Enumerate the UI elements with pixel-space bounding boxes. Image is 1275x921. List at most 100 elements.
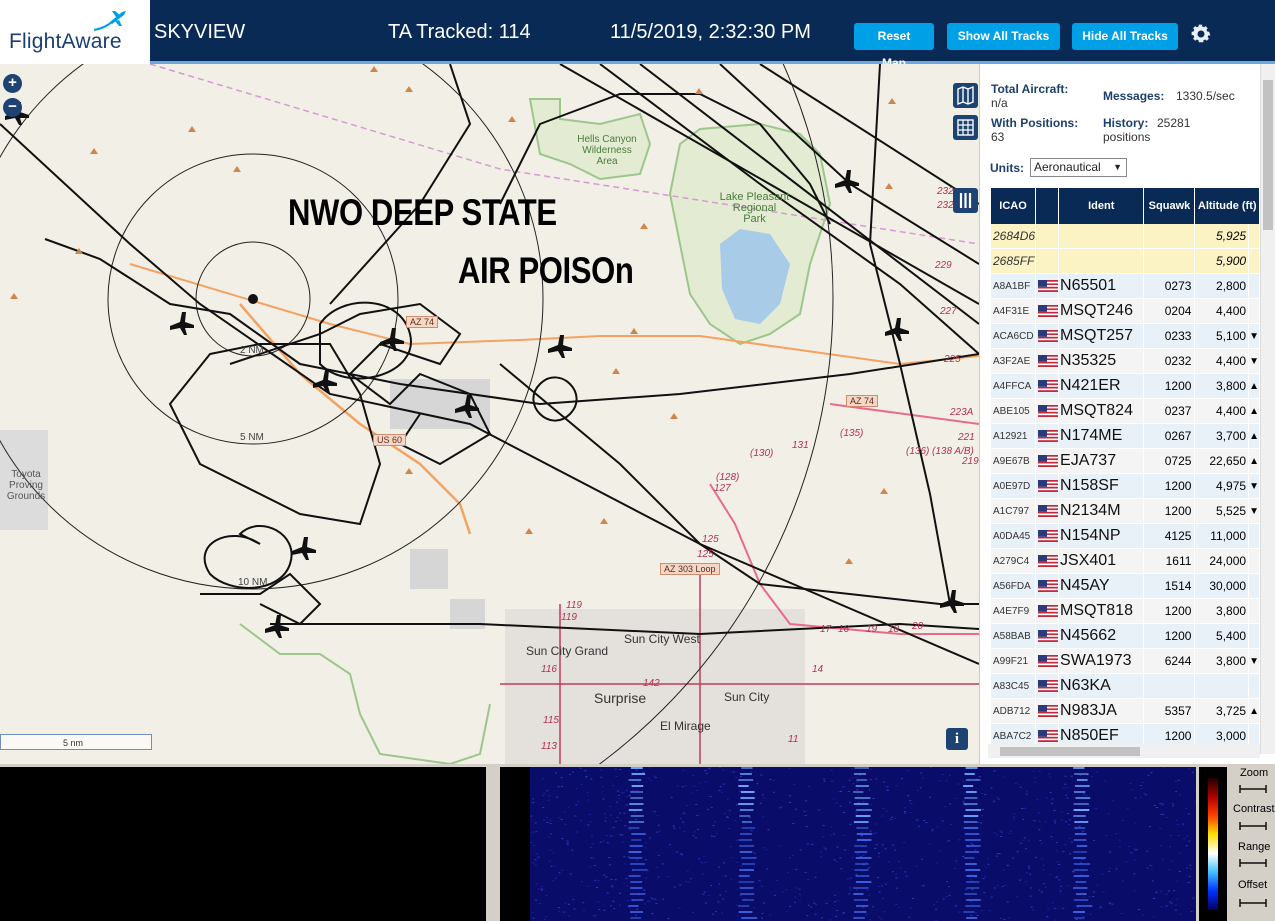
offset-slider[interactable] (1239, 898, 1267, 908)
table-row[interactable]: 2685FF 5,900 (991, 249, 1259, 274)
table-row[interactable]: A0DA45 N154NP 4125 11,000 (991, 524, 1259, 549)
icao-cell: A8A1BF (991, 274, 1036, 299)
road-az303: AZ 303 Loop (660, 563, 720, 575)
route-number: 219 (962, 456, 979, 467)
route-number: (130) (750, 448, 774, 459)
zoom-out-button[interactable]: − (3, 98, 22, 117)
sidebar-scrollbar-thumb[interactable] (1263, 80, 1273, 230)
place-sun-city-west: Sun City West (624, 632, 700, 646)
units-select[interactable]: Aeronautical ▼ (1030, 158, 1127, 177)
flightaware-logo[interactable]: FlightAware (0, 0, 150, 64)
us-flag-icon (1036, 649, 1059, 674)
table-row[interactable]: A12921 N174ME 0267 3,700 ▲ (991, 424, 1259, 449)
table-row[interactable]: 2684D6 5,925 (991, 224, 1259, 249)
sidebar-toggle-icon[interactable] (953, 188, 978, 213)
spectrum-plot-area (0, 767, 486, 921)
gear-icon[interactable] (1189, 22, 1213, 46)
overlay-text-line-1: NWO DEEP STATE (288, 192, 557, 233)
route-number: 119 (566, 600, 582, 611)
altitude-cell: 4,975 (1195, 474, 1249, 499)
table-horizontal-scrollbar-thumb[interactable] (1000, 747, 1140, 756)
altitude-trend-icon: ▼ (1249, 324, 1259, 349)
table-row[interactable]: A4FFCA N421ER 1200 3,800 ▲ (991, 374, 1259, 399)
route-number: 223A (950, 407, 974, 418)
table-horizontal-scrollbar[interactable] (988, 744, 1260, 758)
table-row[interactable]: A9E67B EJA737 0725 22,650 ▲ (991, 449, 1259, 474)
route-number: 232 (937, 186, 954, 197)
place-park: Lake Pleasant Regional Park (719, 191, 790, 225)
total-aircraft-value: n/a (991, 96, 1008, 110)
table-row[interactable]: A83C45 N63KA (991, 674, 1259, 699)
altitude-trend-icon: ▼ (1249, 474, 1259, 499)
column-header-altitude[interactable]: Altitude (ft) (1195, 188, 1259, 224)
squawk-cell: 1611 (1144, 549, 1195, 574)
altitude-cell: 5,900 (1195, 249, 1249, 274)
hide-all-tracks-button[interactable]: Hide All Tracks (1072, 23, 1178, 50)
route-number: 17 (820, 624, 832, 635)
icao-cell: 2685FF (991, 249, 1036, 274)
squawk-cell: 0267 (1144, 424, 1195, 449)
route-number: 20 (912, 621, 924, 632)
icao-cell: A1C797 (991, 499, 1036, 524)
column-header-ident[interactable]: Ident (1059, 188, 1144, 224)
contrast-slider[interactable] (1239, 821, 1267, 831)
table-row[interactable]: ABE105 MSQT824 0237 4,400 ▲ (991, 399, 1259, 424)
table-row[interactable]: A4F31E MSQT246 0204 4,400 (991, 299, 1259, 324)
us-flag-icon (1036, 524, 1059, 549)
ring-label-2nm: 2 NM (240, 345, 264, 356)
altitude-cell: 4,400 (1195, 299, 1249, 324)
icao-cell: A4F31E (991, 299, 1036, 324)
show-all-tracks-button[interactable]: Show All Tracks (947, 23, 1060, 50)
altitude-trend-icon (1249, 274, 1259, 299)
grid-toggle-icon[interactable] (953, 115, 978, 140)
ident-cell: N35325 (1059, 349, 1144, 374)
us-flag-icon (1036, 624, 1059, 649)
place-proving-grounds: Toyota Proving Grounds (6, 469, 46, 502)
table-row[interactable]: A58BAB N45662 1200 5,400 (991, 624, 1259, 649)
icao-cell: A0E97D (991, 474, 1036, 499)
spectrum-controls: Zoom Contrast Range Offset (1230, 764, 1275, 921)
altitude-trend-icon: ▼ (1249, 499, 1259, 524)
aircraft-sidebar: Total Aircraft: n/a With Positions: 63 M… (979, 64, 1275, 764)
column-header-icao[interactable]: ICAO (991, 188, 1036, 224)
table-row[interactable]: ADB712 N983JA 5357 3,725 ▲ (991, 699, 1259, 724)
ident-cell: MSQT818 (1059, 599, 1144, 624)
ident-cell (1059, 224, 1144, 249)
table-row[interactable]: A99F21 SWA1973 6244 3,800 ▼ (991, 649, 1259, 674)
place-wilderness: Hells Canyon Wilderness Area (577, 134, 637, 167)
info-icon[interactable]: i (946, 728, 968, 750)
map-canvas[interactable] (0, 64, 979, 764)
map-layers-icon[interactable] (953, 83, 978, 108)
table-row[interactable]: A1C797 N2134M 1200 5,525 ▼ (991, 499, 1259, 524)
icao-cell: A4FFCA (991, 374, 1036, 399)
us-flag-icon (1036, 424, 1059, 449)
table-row[interactable]: A279C4 JSX401 1611 24,000 (991, 549, 1259, 574)
sidebar-scrollbar[interactable] (1260, 64, 1275, 754)
table-row[interactable]: A8A1BF N65501 0273 2,800 (991, 274, 1259, 299)
squawk-cell: 5357 (1144, 699, 1195, 724)
zoom-in-button[interactable]: + (3, 74, 22, 93)
us-flag-icon (1036, 324, 1059, 349)
chevron-down-icon: ▼ (1113, 162, 1122, 172)
table-row[interactable]: ACA6CD MSQT257 0233 5,100 ▼ (991, 324, 1259, 349)
range-slider[interactable] (1239, 858, 1267, 868)
column-header-squawk[interactable]: Squawk (1144, 188, 1195, 224)
map-view[interactable]: + − NWO DEEP STATE AIR POISOn 2 NM 5 NM … (0, 64, 979, 764)
route-number: 125 (697, 549, 714, 560)
altitude-trend-icon: ▲ (1249, 374, 1259, 399)
aircraft-table-wrapper[interactable]: ICAO Ident Squawk Altitude (ft) 2684D6 5,… (990, 188, 1260, 748)
route-number: (136) (906, 446, 930, 457)
icao-cell: ABE105 (991, 399, 1036, 424)
reset-map-button[interactable]: Reset Map (854, 23, 934, 70)
aircraft-table: ICAO Ident Squawk Altitude (ft) 2684D6 5,… (990, 188, 1260, 748)
icao-cell: A9E67B (991, 449, 1036, 474)
table-row[interactable]: A56FDA N45AY 1514 30,000 (991, 574, 1259, 599)
table-row[interactable]: A4E7F9 MSQT818 1200 3,800 (991, 599, 1259, 624)
table-row[interactable]: A3F2AE N35325 0232 4,400 ▼ (991, 349, 1259, 374)
zoom-slider[interactable] (1239, 784, 1267, 794)
altitude-cell: 3,800 (1195, 599, 1249, 624)
squawk-cell: 0233 (1144, 324, 1195, 349)
table-row[interactable]: A0E97D N158SF 1200 4,975 ▼ (991, 474, 1259, 499)
ident-cell: N174ME (1059, 424, 1144, 449)
column-header-flag[interactable] (1036, 188, 1059, 224)
